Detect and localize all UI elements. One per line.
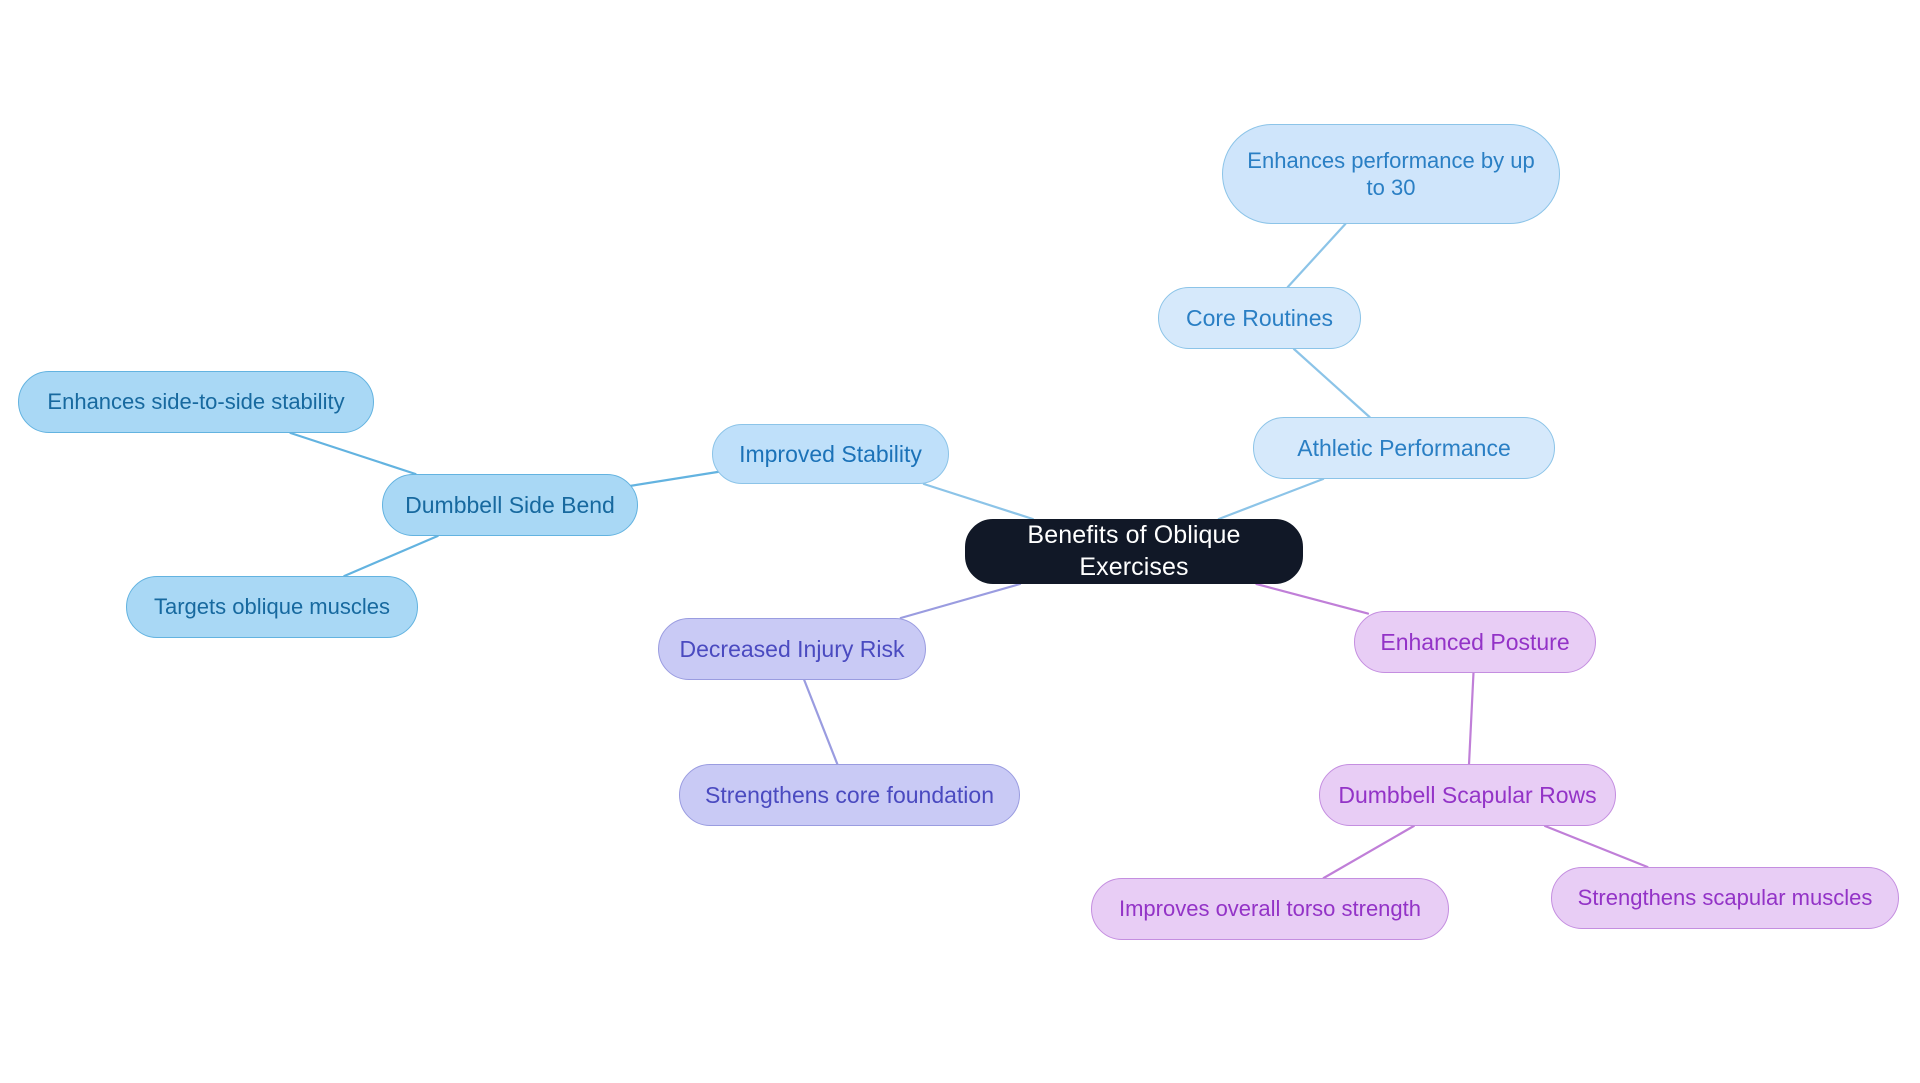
mindmap-node-enhances-side-to-side-stability[interactable]: Enhances side-to-side stability xyxy=(18,371,374,433)
mindmap-edge xyxy=(1255,582,1370,615)
mindmap-node-dumbbell-scapular-rows[interactable]: Dumbbell Scapular Rows xyxy=(1319,764,1616,826)
mindmap-edge xyxy=(899,582,1022,620)
mindmap-node-decreased-injury-risk[interactable]: Decreased Injury Risk xyxy=(658,618,926,680)
mindmap-edge xyxy=(289,431,417,476)
mindmap-node-improved-stability[interactable]: Improved Stability xyxy=(712,424,949,484)
mindmap-node-core-routines[interactable]: Core Routines xyxy=(1158,287,1361,349)
mindmap-node-enhances-performance[interactable]: Enhances performance by up to 30 xyxy=(1222,124,1560,224)
mindmap-edge xyxy=(1322,824,1415,880)
mindmap-node-athletic-performance[interactable]: Athletic Performance xyxy=(1253,417,1555,479)
mindmap-edge xyxy=(1467,671,1475,766)
mindmap-node-strengthens-scapular-muscles[interactable]: Strengthens scapular muscles xyxy=(1551,867,1899,929)
mindmap-node-improves-overall-torso-strength[interactable]: Improves overall torso strength xyxy=(1091,878,1449,940)
mindmap-node-strengthens-core-foundation[interactable]: Strengthens core foundation xyxy=(679,764,1020,826)
mindmap-edge xyxy=(1217,477,1325,521)
mindmap-node-targets-oblique-muscles[interactable]: Targets oblique muscles xyxy=(126,576,418,638)
mindmap-edge xyxy=(1543,824,1649,869)
mindmap-edge xyxy=(1286,222,1347,289)
mindmap-node-dumbbell-side-bend[interactable]: Dumbbell Side Bend xyxy=(382,474,638,536)
mindmap-edge xyxy=(803,678,839,766)
mindmap-node-enhanced-posture[interactable]: Enhanced Posture xyxy=(1354,611,1596,673)
mindmap-edge xyxy=(1292,347,1371,419)
mindmap-node-root[interactable]: Benefits of Oblique Exercises xyxy=(965,519,1303,584)
mindmap-edge xyxy=(343,534,439,578)
mindmap-canvas: Benefits of Oblique Exercises Improved St… xyxy=(0,0,1920,1083)
mindmap-edge xyxy=(622,469,728,488)
mindmap-edge xyxy=(922,482,1034,521)
